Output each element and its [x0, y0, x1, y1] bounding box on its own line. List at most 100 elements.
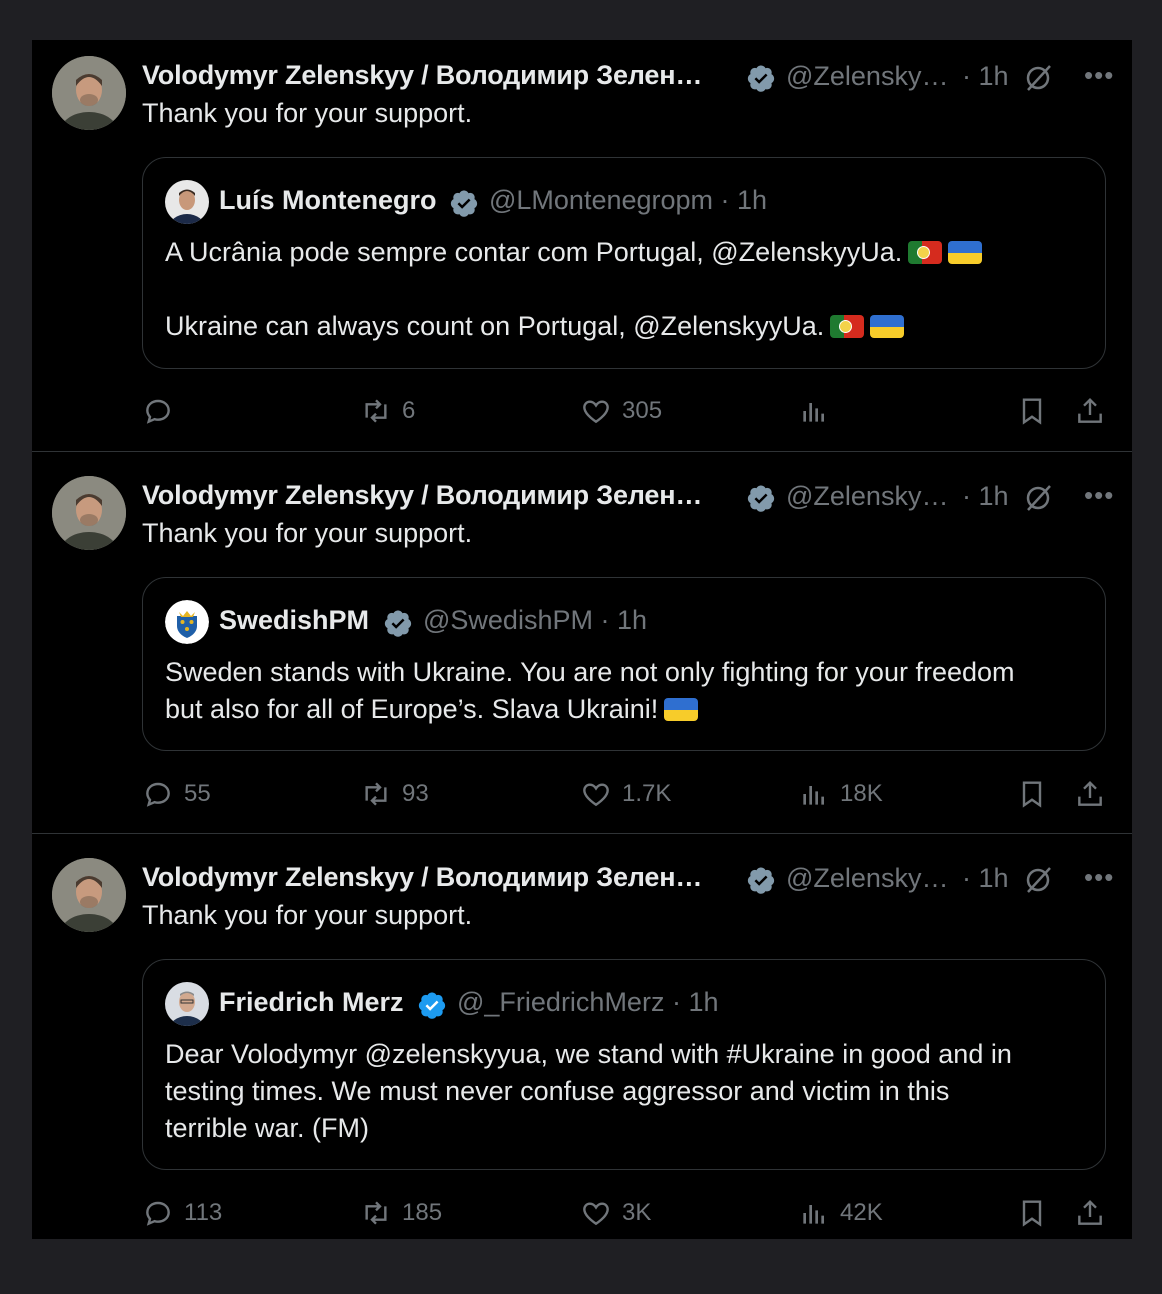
verified-badge-icon — [747, 485, 775, 512]
views-icon — [803, 786, 824, 805]
views-button[interactable] — [798, 393, 840, 429]
quoted-tweet[interactable]: Luís Montenegro @LMontenegropm · 1h A Uc… — [142, 157, 1106, 369]
views-button[interactable]: 42K — [798, 1195, 883, 1231]
tweet[interactable]: Volodymyr Zelenskyy / Володимир Зелен… @… — [32, 40, 1132, 451]
repost-count: 185 — [402, 1199, 443, 1226]
more-icon[interactable]: ••• — [1084, 862, 1114, 893]
verified-badge-icon — [747, 867, 775, 894]
like-count: 305 — [622, 397, 663, 424]
grok-icon[interactable] — [1022, 62, 1054, 94]
views-button[interactable]: 18K — [798, 776, 883, 812]
more-icon[interactable]: ••• — [1084, 480, 1114, 511]
quoted-text: A Ucrânia pode sempre contar com Portuga… — [165, 234, 1085, 271]
divider — [32, 451, 1132, 452]
reply-count: 55 — [184, 780, 211, 807]
portugal-flag-icon — [830, 315, 865, 338]
tweet-actions: 113 185 3K 42K — [142, 1195, 1122, 1231]
repost-icon — [365, 399, 387, 423]
bookmark-button[interactable] — [1016, 776, 1048, 812]
quoted-tweet[interactable]: Friedrich Merz @_FriedrichMerz · 1h Dear… — [142, 959, 1106, 1170]
quoted-text-line: testing times. We must never confuse agg… — [165, 1076, 950, 1106]
author-handle[interactable]: @Zelensky… — [786, 481, 948, 512]
reply-icon — [146, 782, 170, 807]
author-name[interactable]: Volodymyr Zelenskyy / Володимир Зелен… — [142, 862, 702, 893]
views-count: 42K — [840, 1199, 883, 1226]
verified-badge-icon — [450, 190, 478, 217]
timeline: Volodymyr Zelenskyy / Володимир Зелен… @… — [32, 40, 1132, 1239]
quoted-tweet[interactable]: SwedishPM @SwedishPM · 1h Sweden stands … — [142, 577, 1106, 751]
reply-count: 113 — [184, 1199, 223, 1226]
tweet[interactable]: Volodymyr Zelenskyy / Володимир Зелен… @… — [32, 460, 1132, 833]
author-handle[interactable]: @Zelensky… — [786, 61, 948, 92]
grok-icon[interactable] — [1022, 482, 1054, 514]
repost-count: 6 — [402, 397, 416, 424]
like-count: 3K — [622, 1199, 652, 1226]
reply-button[interactable]: 55 — [142, 776, 211, 812]
quoted-author-handle[interactable]: @LMontenegropm · 1h — [489, 185, 767, 216]
like-icon — [583, 783, 609, 807]
quoted-author-name[interactable]: Friedrich Merz — [219, 987, 404, 1018]
share-button[interactable] — [1074, 776, 1106, 812]
avatar-zelenskyy[interactable] — [52, 56, 126, 130]
avatar-zelenskyy[interactable] — [52, 476, 126, 550]
bookmark-icon — [1022, 1200, 1042, 1227]
quoted-text-line: Sweden stands with Ukraine. You are not … — [165, 657, 1015, 687]
author-handle[interactable]: @Zelensky… — [786, 863, 948, 894]
repost-icon — [365, 782, 387, 806]
reply-button[interactable]: 113 — [142, 1195, 222, 1231]
avatar-zelenskyy[interactable] — [52, 858, 126, 932]
more-icon[interactable]: ••• — [1084, 60, 1114, 91]
avatar-merz[interactable] — [165, 982, 209, 1026]
like-button[interactable]: 1.7K — [580, 776, 671, 812]
timestamp[interactable]: · 1h — [962, 863, 1009, 894]
verified-badge-icon — [384, 610, 412, 637]
repost-icon — [365, 1201, 387, 1225]
verified-badge-icon — [747, 65, 775, 92]
views-count: 18K — [840, 780, 883, 807]
grok-icon[interactable] — [1022, 864, 1054, 896]
views-icon — [803, 1205, 824, 1224]
timestamp[interactable]: · 1h — [962, 481, 1009, 512]
author-name[interactable]: Volodymyr Zelenskyy / Володимир Зелен… — [142, 480, 702, 511]
quoted-text: Sweden stands with Ukraine. You are not … — [165, 654, 1085, 728]
share-icon — [1078, 780, 1102, 806]
ukraine-flag-icon — [664, 698, 699, 721]
bookmark-button[interactable] — [1016, 1195, 1048, 1231]
author-name[interactable]: Volodymyr Zelenskyy / Володимир Зелен… — [142, 60, 702, 91]
views-icon — [803, 403, 824, 422]
like-button[interactable]: 305 — [580, 393, 662, 429]
bookmark-button[interactable] — [1016, 393, 1048, 429]
repost-button[interactable]: 93 — [360, 776, 429, 812]
share-icon — [1078, 397, 1102, 423]
timestamp[interactable]: · 1h — [962, 61, 1009, 92]
quoted-author-name[interactable]: SwedishPM — [219, 605, 369, 636]
avatar-montenegro[interactable] — [165, 180, 209, 224]
like-button[interactable]: 3K — [580, 1195, 651, 1231]
quoted-text-line: Dear Volodymyr @zelenskyyua, we stand wi… — [165, 1039, 1012, 1069]
quoted-author-handle[interactable]: @_FriedrichMerz · 1h — [457, 987, 718, 1018]
quoted-author-handle[interactable]: @SwedishPM · 1h — [423, 605, 647, 636]
quoted-text: Dear Volodymyr @zelenskyyua, we stand wi… — [165, 1036, 1085, 1147]
repost-button[interactable]: 6 — [360, 393, 415, 429]
repost-count: 93 — [402, 780, 429, 807]
quoted-text: Ukraine can always count on Portugal, @Z… — [165, 308, 1085, 345]
quoted-text-line: but also for all of Europe’s. Slava Ukra… — [165, 694, 659, 724]
quoted-text-line: Ukraine can always count on Portugal, @Z… — [165, 311, 825, 341]
ukraine-flag-icon — [870, 315, 905, 338]
tweet[interactable]: Volodymyr Zelenskyy / Володимир Зелен… @… — [32, 842, 1132, 1239]
share-button[interactable] — [1074, 1195, 1106, 1231]
bookmark-icon — [1022, 398, 1042, 425]
tweet-text: Thank you for your support. — [142, 900, 473, 930]
divider — [32, 833, 1132, 834]
tweet-actions: 55 93 1.7K 18K — [142, 776, 1122, 812]
repost-button[interactable]: 185 — [360, 1195, 442, 1231]
reply-button[interactable] — [142, 393, 184, 429]
avatar-swedishpm[interactable] — [165, 600, 209, 644]
quoted-author-name[interactable]: Luís Montenegro — [219, 185, 437, 216]
tweet-text: Thank you for your support. — [142, 518, 473, 548]
tweet-text: Thank you for your support. — [142, 98, 473, 128]
quoted-text-line: terrible war. (FM) — [165, 1113, 370, 1143]
portugal-flag-icon — [908, 241, 943, 264]
share-button[interactable] — [1074, 393, 1106, 429]
ukraine-flag-icon — [948, 241, 983, 264]
